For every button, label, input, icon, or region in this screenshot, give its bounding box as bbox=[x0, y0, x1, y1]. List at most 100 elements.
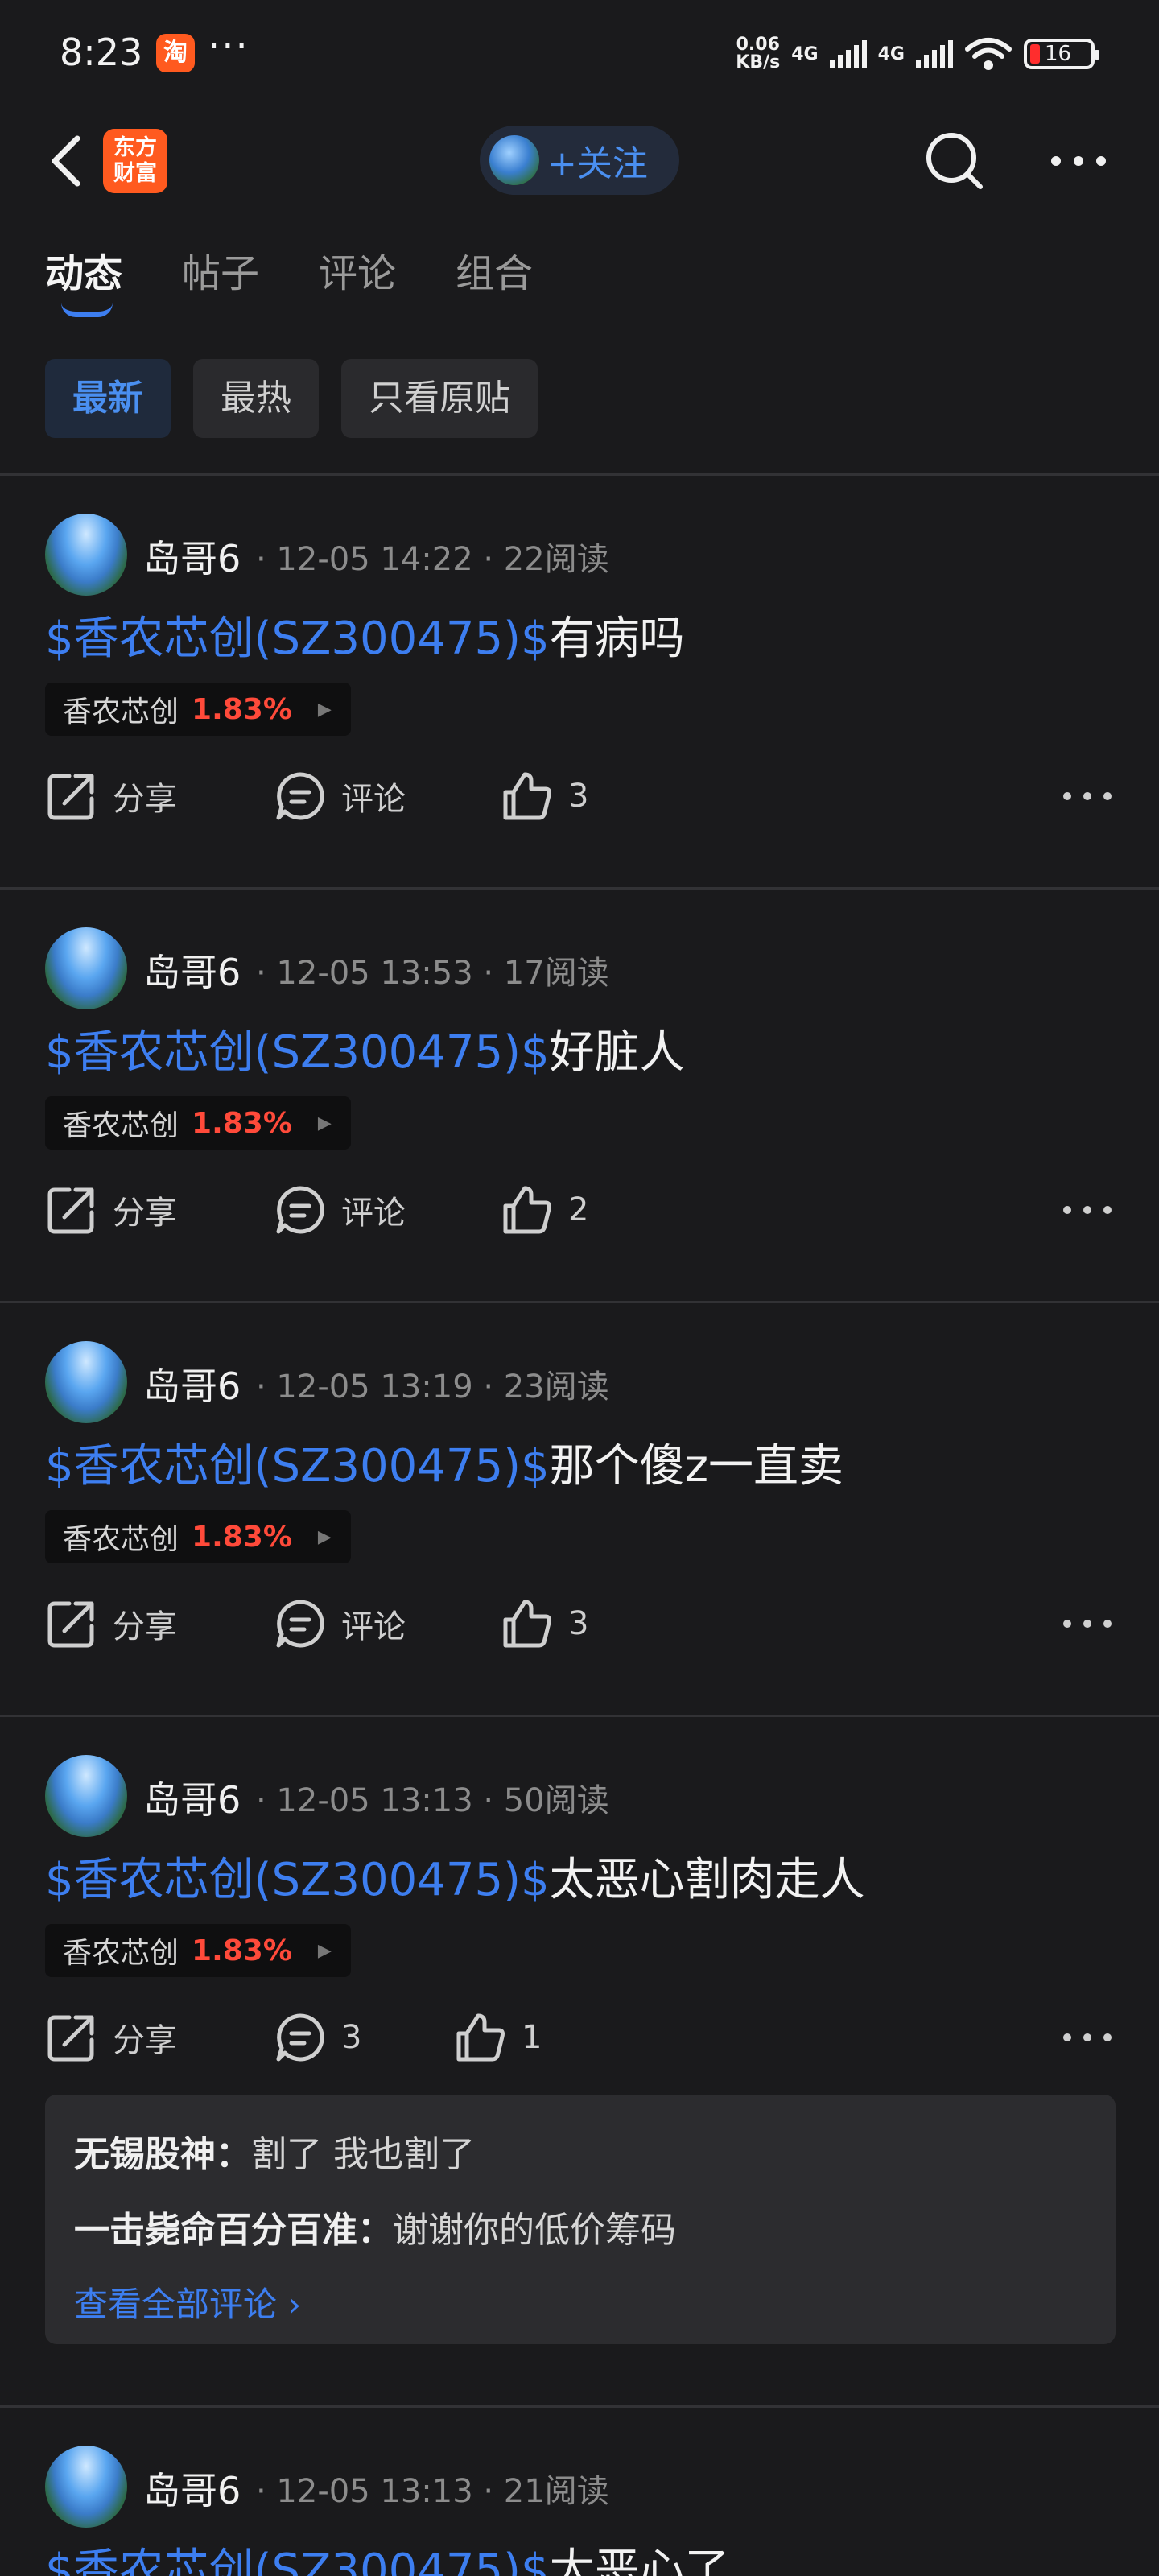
post-meta: · 12-05 13:19 · 23阅读 bbox=[256, 1368, 609, 1406]
comment-user[interactable]: 一击毙命百分百准： bbox=[74, 2210, 393, 2251]
post-more-icon[interactable] bbox=[1059, 1612, 1116, 1636]
author-avatar[interactable] bbox=[45, 927, 127, 1009]
user-avatar bbox=[489, 135, 539, 185]
back-icon[interactable] bbox=[42, 130, 98, 192]
post-card[interactable]: 岛哥6 · 12-05 13:13 · 50阅读 $香农芯创(SZ300475)… bbox=[0, 1716, 1159, 2405]
comment-button[interactable]: 评论 bbox=[274, 768, 406, 824]
post-more-icon[interactable] bbox=[1059, 2025, 1116, 2050]
tab-activity[interactable]: 动态 bbox=[45, 242, 122, 317]
sim1-network-label: 4G bbox=[791, 43, 819, 64]
stock-tag-name: 香农芯创 bbox=[63, 696, 179, 729]
share-button[interactable]: 分享 bbox=[45, 2009, 177, 2066]
like-button[interactable]: 1 bbox=[454, 2009, 542, 2066]
filter-latest[interactable]: 最新 bbox=[45, 359, 171, 438]
stock-link[interactable]: $香农芯创(SZ300475)$ bbox=[45, 1854, 550, 1906]
filter-hottest[interactable]: 最热 bbox=[193, 359, 319, 438]
author-name[interactable]: 岛哥6 bbox=[143, 1357, 241, 1410]
like-button[interactable]: 3 bbox=[501, 768, 588, 824]
author-avatar[interactable] bbox=[45, 1341, 127, 1423]
author-name[interactable]: 岛哥6 bbox=[143, 2462, 241, 2515]
author-name[interactable]: 岛哥6 bbox=[143, 530, 241, 583]
post-card[interactable]: 岛哥6 · 12-05 14:22 · 22阅读 $香农芯创(SZ300475)… bbox=[0, 475, 1159, 887]
post-meta: · 12-05 13:53 · 17阅读 bbox=[256, 955, 609, 992]
post-more-icon[interactable] bbox=[1059, 784, 1116, 808]
like-button[interactable]: 2 bbox=[501, 1182, 588, 1238]
author-name[interactable]: 岛哥6 bbox=[143, 1771, 241, 1824]
post-content[interactable]: $香农芯创(SZ300475)$好脏人 bbox=[45, 1016, 685, 1081]
stock-tag-change: 1.83% bbox=[192, 1106, 292, 1140]
author-avatar[interactable] bbox=[45, 514, 127, 596]
filter-chips: 最新 最热 只看原贴 bbox=[45, 359, 538, 438]
post-content[interactable]: $香农芯创(SZ300475)$太恶心了 bbox=[45, 2534, 730, 2576]
post-card[interactable]: 岛哥6 · 12-05 13:53 · 17阅读 $香农芯创(SZ300475)… bbox=[0, 889, 1159, 1301]
network-speed: 0.06 KB/s bbox=[736, 35, 781, 72]
comment-user[interactable]: 无锡股神： bbox=[74, 2134, 251, 2175]
share-button[interactable]: 分享 bbox=[45, 1596, 177, 1652]
signal-bars-icon bbox=[829, 40, 867, 68]
comment-icon bbox=[276, 1186, 324, 1234]
post-actions: 分享 评论 3 bbox=[45, 1578, 1116, 1658]
author-avatar[interactable] bbox=[45, 1755, 127, 1837]
stock-tag-name: 香农芯创 bbox=[63, 1937, 179, 1970]
comment-preview[interactable]: 无锡股神：割了 我也割了 一击毙命百分百准：谢谢你的低价筹码 查看全部评论 › bbox=[45, 2095, 1116, 2344]
stock-tag[interactable]: 香农芯创 1.83% ▶ bbox=[45, 683, 351, 736]
more-icon[interactable] bbox=[1046, 145, 1111, 177]
follow-button[interactable]: +关注 bbox=[480, 126, 679, 195]
stock-tag-name: 香农芯创 bbox=[63, 1523, 179, 1556]
wifi-icon bbox=[965, 38, 1012, 70]
sim2-network-label: 4G bbox=[877, 43, 905, 64]
post-content[interactable]: $香农芯创(SZ300475)$太恶心割肉走人 bbox=[45, 1843, 865, 1909]
stock-link[interactable]: $香农芯创(SZ300475)$ bbox=[45, 613, 550, 665]
eastmoney-logo: 东方 财富 bbox=[103, 129, 167, 193]
battery-icon: 16 bbox=[1024, 39, 1099, 69]
like-count: 2 bbox=[568, 1191, 589, 1228]
comment-button[interactable]: 评论 bbox=[274, 1182, 406, 1238]
view-all-comments-link[interactable]: 查看全部评论 › bbox=[74, 2268, 1087, 2341]
post-card[interactable]: 岛哥6 · 12-05 13:13 · 21阅读 $香农芯创(SZ300475)… bbox=[0, 2407, 1159, 2576]
thumbs-up-icon bbox=[456, 2013, 505, 2062]
filter-original-only[interactable]: 只看原贴 bbox=[341, 359, 538, 438]
tab-posts[interactable]: 帖子 bbox=[182, 242, 259, 314]
comment-count: 3 bbox=[341, 2019, 362, 2056]
play-arrow-icon: ▶ bbox=[317, 1940, 332, 1961]
stock-link[interactable]: $香农芯创(SZ300475)$ bbox=[45, 2545, 550, 2576]
taobao-notification-icon: 淘 bbox=[156, 34, 195, 72]
post-meta: · 12-05 13:13 · 50阅读 bbox=[256, 1782, 609, 1819]
post-actions: 分享 评论 3 bbox=[45, 750, 1116, 831]
post-text: 那个傻z一直卖 bbox=[549, 1440, 844, 1492]
comment-text: 割了 我也割了 bbox=[251, 2134, 475, 2175]
comment-icon bbox=[276, 1600, 324, 1648]
share-button[interactable]: 分享 bbox=[45, 768, 177, 824]
search-icon[interactable] bbox=[922, 129, 987, 193]
like-button[interactable]: 3 bbox=[501, 1596, 588, 1652]
stock-tag[interactable]: 香农芯创 1.83% ▶ bbox=[45, 1096, 351, 1150]
play-arrow-icon: ▶ bbox=[317, 1526, 332, 1547]
top-nav: 东方 财富 +关注 bbox=[0, 113, 1159, 209]
post-content[interactable]: $香农芯创(SZ300475)$有病吗 bbox=[45, 602, 685, 667]
stock-tag[interactable]: 香农芯创 1.83% ▶ bbox=[45, 1510, 351, 1563]
author-name[interactable]: 岛哥6 bbox=[143, 943, 241, 997]
share-button[interactable]: 分享 bbox=[45, 1182, 177, 1238]
play-arrow-icon: ▶ bbox=[317, 1113, 332, 1133]
post-card[interactable]: 岛哥6 · 12-05 13:19 · 23阅读 $香农芯创(SZ300475)… bbox=[0, 1302, 1159, 1715]
stock-link[interactable]: $香农芯创(SZ300475)$ bbox=[45, 1440, 550, 1492]
share-icon bbox=[47, 1601, 94, 1648]
battery-level: 16 bbox=[1045, 42, 1072, 66]
tab-comments[interactable]: 评论 bbox=[319, 242, 396, 314]
stock-tag-name: 香农芯创 bbox=[63, 1109, 179, 1142]
share-icon bbox=[47, 2015, 94, 2062]
comment-item[interactable]: 一击毙命百分百准：谢谢你的低价筹码 bbox=[74, 2193, 1087, 2268]
comment-item[interactable]: 无锡股神：割了 我也割了 bbox=[74, 2117, 1087, 2193]
comment-button[interactable]: 3 bbox=[274, 2009, 361, 2066]
author-avatar[interactable] bbox=[45, 2446, 127, 2528]
stock-tag-change: 1.83% bbox=[192, 692, 292, 726]
post-actions: 分享 3 1 bbox=[45, 1992, 1116, 2072]
post-more-icon[interactable] bbox=[1059, 1198, 1116, 1222]
tab-portfolio[interactable]: 组合 bbox=[456, 242, 533, 314]
post-content[interactable]: $香农芯创(SZ300475)$那个傻z一直卖 bbox=[45, 1430, 843, 1495]
comment-button[interactable]: 评论 bbox=[274, 1596, 406, 1652]
stock-link[interactable]: $香农芯创(SZ300475)$ bbox=[45, 1026, 550, 1079]
stock-tag-change: 1.83% bbox=[192, 1934, 292, 1967]
stock-tag[interactable]: 香农芯创 1.83% ▶ bbox=[45, 1924, 351, 1977]
thumbs-up-icon bbox=[503, 772, 551, 820]
